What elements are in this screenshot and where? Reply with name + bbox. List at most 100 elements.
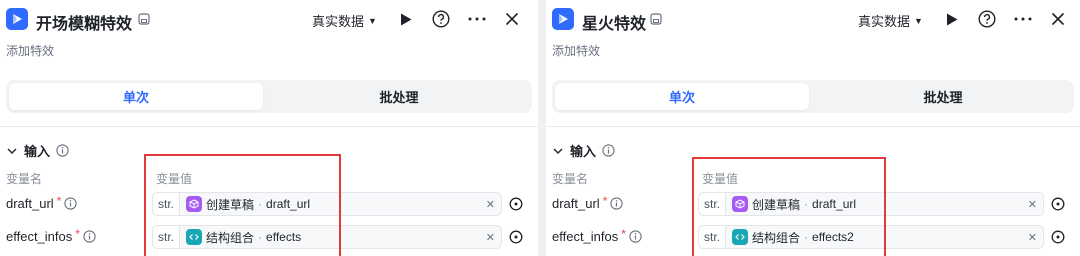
close-icon [1051,12,1065,26]
input-section-title: 输入 [570,144,597,159]
plugin-logo-icon [552,8,574,30]
param-label: draft_url [6,196,54,211]
close-button[interactable] [1047,8,1069,30]
input-section-toggle[interactable]: 输入 [6,141,69,160]
reference-node-name: 结构组合 [752,230,801,245]
reference-field-name: effects [266,230,302,244]
tab-batch[interactable]: 批处理 [269,83,529,110]
info-icon[interactable] [64,197,78,210]
target-icon[interactable] [1051,230,1065,244]
reference-field-name: draft_url [812,197,857,211]
tab-batch[interactable]: 批处理 [815,83,1071,110]
separator: · [804,230,809,244]
panel-subtitle: 添加特效 [6,44,55,58]
run-button[interactable] [395,8,417,30]
play-icon [947,13,958,25]
tab-single[interactable]: 单次 [9,83,263,110]
reference-chip[interactable]: 创建草稿 · draft_url [180,196,316,213]
reference-chip[interactable]: 结构组合 · effects [180,229,307,246]
param-label: effect_infos [552,229,619,244]
param-name-effect-infos: effect_infos * [6,226,96,244]
separator: · [804,197,809,211]
clear-icon[interactable]: ✕ [486,198,495,211]
param-name-effect-infos: effect_infos * [552,226,642,244]
code-icon [186,229,203,245]
panel-header: 开场模糊特效 真实数据 ▼ [0,0,538,38]
more-button[interactable] [1012,8,1034,30]
reference-node-name: 创建草稿 [206,197,255,212]
data-mode-label: 真实数据 [312,14,365,29]
data-mode-label: 真实数据 [858,14,911,29]
info-icon[interactable] [610,197,624,210]
code-icon [732,229,749,245]
reference-chip[interactable]: 创建草稿 · draft_url [726,196,862,213]
clear-icon[interactable]: ✕ [1028,198,1037,211]
box-icon [186,196,203,212]
clear-icon[interactable]: ✕ [486,231,495,244]
target-icon[interactable] [509,230,523,244]
node-panel-right: 星火特效 真实数据 ▼ 添加特效 单次 批处理 输入 变量名 变量值 draft… [546,0,1080,256]
column-header-value: 变量值 [156,172,193,186]
panel-title: 开场模糊特效 [36,16,133,33]
param-value-field[interactable]: str. 创建草稿 · draft_url ✕ [698,192,1044,216]
data-mode-select[interactable]: 真实数据 ▼ [858,11,923,30]
required-marker: * [602,193,608,208]
info-icon[interactable] [56,144,69,157]
play-icon [401,13,412,25]
reference-field-name: effects2 [812,230,854,244]
help-button[interactable] [430,8,452,30]
panel-subtitle: 添加特效 [552,44,601,58]
reference-chip[interactable]: 结构组合 · effects2 [726,229,860,246]
target-icon[interactable] [509,197,523,211]
type-tag: str. [153,193,181,215]
caret-down-icon: ▼ [914,15,923,26]
divider [0,126,538,127]
separator: · [258,197,263,211]
panel-gutter [538,0,546,256]
more-button[interactable] [466,8,488,30]
chevron-down-icon [7,148,17,154]
param-value-field[interactable]: str. 结构组合 · effects ✕ [152,225,502,249]
param-value-field[interactable]: str. 创建草稿 · draft_url ✕ [152,192,502,216]
param-name-draft-url: draft_url * [552,193,624,211]
help-icon [978,10,996,28]
tab-single[interactable]: 单次 [555,83,809,110]
info-icon[interactable] [629,230,642,243]
input-section-toggle[interactable]: 输入 [552,141,615,160]
required-marker: * [621,226,626,241]
param-value-field[interactable]: str. 结构组合 · effects2 ✕ [698,225,1044,249]
required-marker: * [56,193,62,208]
type-tag: str. [699,193,727,215]
info-icon[interactable] [602,144,615,157]
save-icon[interactable] [138,13,150,25]
column-header-name: 变量名 [6,172,43,186]
required-marker: * [75,226,80,241]
input-section-title: 输入 [24,144,51,159]
panel-title: 星火特效 [582,16,647,33]
type-tag: str. [699,226,727,248]
info-icon[interactable] [83,230,96,243]
node-panel-left: 开场模糊特效 真实数据 ▼ 添加特效 单次 批处理 输入 变量名 变量值 dra… [0,0,538,256]
reference-field-name: draft_url [266,197,311,211]
more-icon [468,17,486,21]
param-label: effect_infos [6,229,73,244]
separator: · [258,230,263,244]
param-label: draft_url [552,196,600,211]
plugin-logo-icon [6,8,28,30]
help-button[interactable] [976,8,998,30]
column-header-value: 变量值 [702,172,739,186]
target-icon[interactable] [1051,197,1065,211]
mode-tabs: 单次 批处理 [6,80,532,113]
clear-icon[interactable]: ✕ [1028,231,1037,244]
run-button[interactable] [941,8,963,30]
save-icon[interactable] [650,13,662,25]
chevron-down-icon [553,148,563,154]
reference-node-name: 创建草稿 [752,197,801,212]
close-button[interactable] [501,8,523,30]
mode-tabs: 单次 批处理 [552,80,1074,113]
help-icon [432,10,450,28]
data-mode-select[interactable]: 真实数据 ▼ [312,11,377,30]
caret-down-icon: ▼ [368,15,377,26]
param-name-draft-url: draft_url * [6,193,78,211]
more-icon [1014,17,1032,21]
